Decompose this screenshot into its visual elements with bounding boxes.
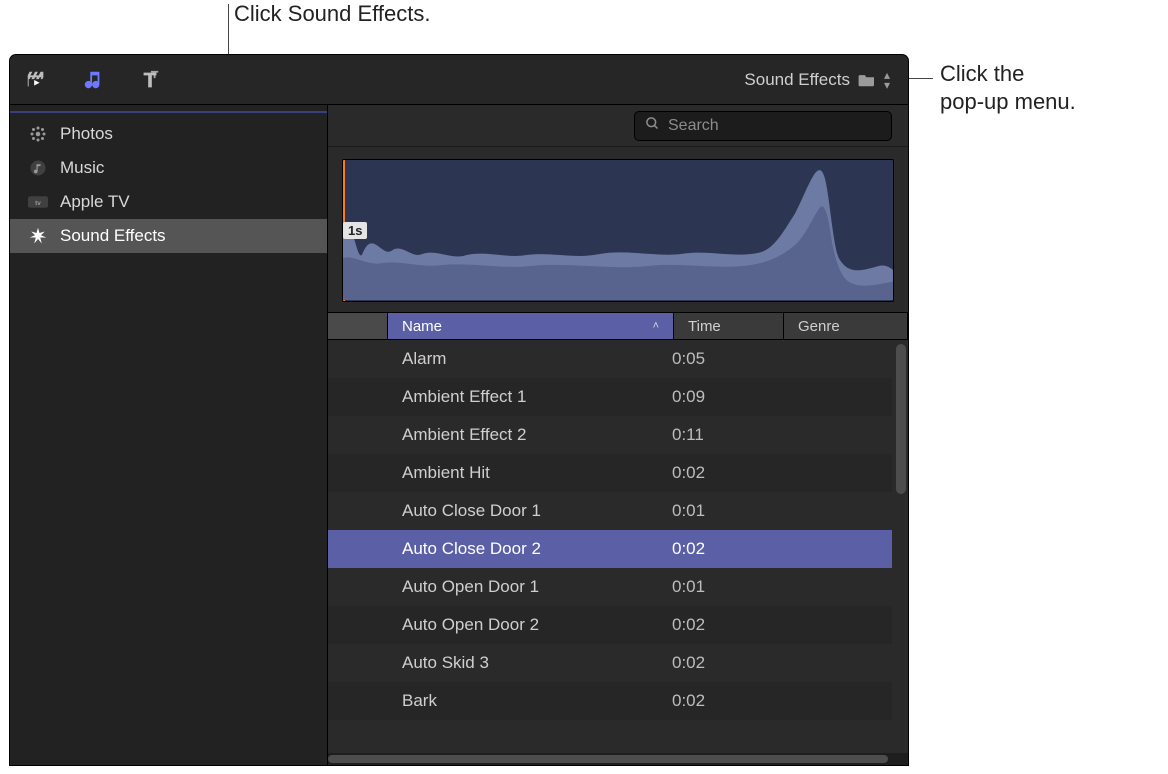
row-time: 0:02 [658,653,768,673]
search-input[interactable] [668,117,881,135]
callout-line-right [905,78,933,79]
folder-icon [858,73,876,87]
row-name: Ambient Effect 1 [388,387,658,407]
vertical-scrollbar[interactable] [896,344,906,494]
sidebar-item-label: Music [60,158,104,178]
row-time: 0:02 [658,691,768,711]
column-gutter[interactable] [328,313,388,339]
table-row[interactable]: Auto Close Door 10:01 [328,492,892,530]
app-body: Photos Music tv Apple TV [10,105,908,765]
table-row[interactable]: Auto Open Door 10:01 [328,568,892,606]
media-browser-clapboard-icon[interactable] [20,64,52,96]
column-genre[interactable]: Genre [784,313,908,339]
waveform-time-badge: 1s [343,222,367,239]
sidebar-accent-line [10,111,327,113]
row-time: 0:01 [658,577,768,597]
row-name: Auto Open Door 2 [388,615,658,635]
table-row[interactable]: Auto Open Door 20:02 [328,606,892,644]
popup-chevrons-icon: ▴▾ [884,70,890,90]
horizontal-scrollbar-thumb[interactable] [328,755,888,763]
row-time: 0:11 [658,425,768,445]
column-time-label: Time [688,318,721,335]
row-name: Alarm [388,349,658,369]
svg-text:tv: tv [35,200,41,207]
search-icon [645,116,660,136]
sidebar-item-music[interactable]: Music [10,151,327,185]
sidebar: Photos Music tv Apple TV [10,105,328,765]
sidebar-item-apple-tv[interactable]: tv Apple TV [10,185,327,219]
sidebar-item-label: Apple TV [60,192,130,212]
row-time: 0:01 [658,501,768,521]
callout-top: Click Sound Effects. [234,0,430,29]
table-row[interactable]: Auto Close Door 20:02 [328,530,892,568]
row-time: 0:02 [658,463,768,483]
photos-icon [28,124,48,144]
row-name: Bark [388,691,658,711]
sidebar-item-sound-effects[interactable]: Sound Effects [10,219,327,253]
popup-label: Sound Effects [744,70,850,90]
table-row[interactable]: Ambient Hit0:02 [328,454,892,492]
music-notes-icon[interactable] [77,64,109,96]
search-row [328,105,908,147]
row-name: Ambient Effect 2 [388,425,658,445]
column-genre-label: Genre [798,318,840,335]
waveform[interactable]: 1s [342,159,894,302]
table-row[interactable]: Ambient Effect 20:11 [328,416,892,454]
row-time: 0:09 [658,387,768,407]
music-icon [28,158,48,178]
row-time: 0:05 [658,349,768,369]
column-name[interactable]: Name ˄ [388,313,674,339]
column-name-label: Name [402,318,442,335]
row-name: Ambient Hit [388,463,658,483]
category-popup-menu[interactable]: Sound Effects ▴▾ [736,66,898,94]
sidebar-item-label: Sound Effects [60,226,166,246]
table-row[interactable]: Auto Skid 30:02 [328,644,892,682]
table-row[interactable]: Ambient Effect 10:09 [328,378,892,416]
sidebar-item-photos[interactable]: Photos [10,117,327,151]
table-row[interactable]: Alarm0:05 [328,340,892,378]
column-time[interactable]: Time [674,313,784,339]
burst-icon [28,226,48,246]
row-name: Auto Open Door 1 [388,577,658,597]
callout-right-1: Click the [940,60,1024,89]
waveform-graphic [343,160,893,300]
app-window: Sound Effects ▴▾ Photos [10,55,908,765]
row-time: 0:02 [658,539,768,559]
row-name: Auto Skid 3 [388,653,658,673]
search-field[interactable] [634,111,892,141]
row-name: Auto Close Door 1 [388,501,658,521]
table-header: Name ˄ Time Genre [328,312,908,340]
sort-ascending-icon: ˄ [653,320,659,332]
table-row[interactable]: Bark0:02 [328,682,892,720]
rows-container: Alarm0:05Ambient Effect 10:09Ambient Eff… [328,340,892,720]
row-name: Auto Close Door 2 [388,539,658,559]
toolbar: Sound Effects ▴▾ [10,55,908,105]
apple-tv-icon: tv [28,192,48,212]
row-time: 0:02 [658,615,768,635]
table-body: Alarm0:05Ambient Effect 10:09Ambient Eff… [328,340,908,765]
waveform-container: 1s [328,147,908,312]
sidebar-item-label: Photos [60,124,113,144]
titles-t-icon[interactable] [134,64,166,96]
horizontal-scrollbar[interactable] [328,753,908,765]
callout-right-2: pop-up menu. [940,88,1076,117]
main-panel: 1s Name ˄ Time Genre [328,105,908,765]
